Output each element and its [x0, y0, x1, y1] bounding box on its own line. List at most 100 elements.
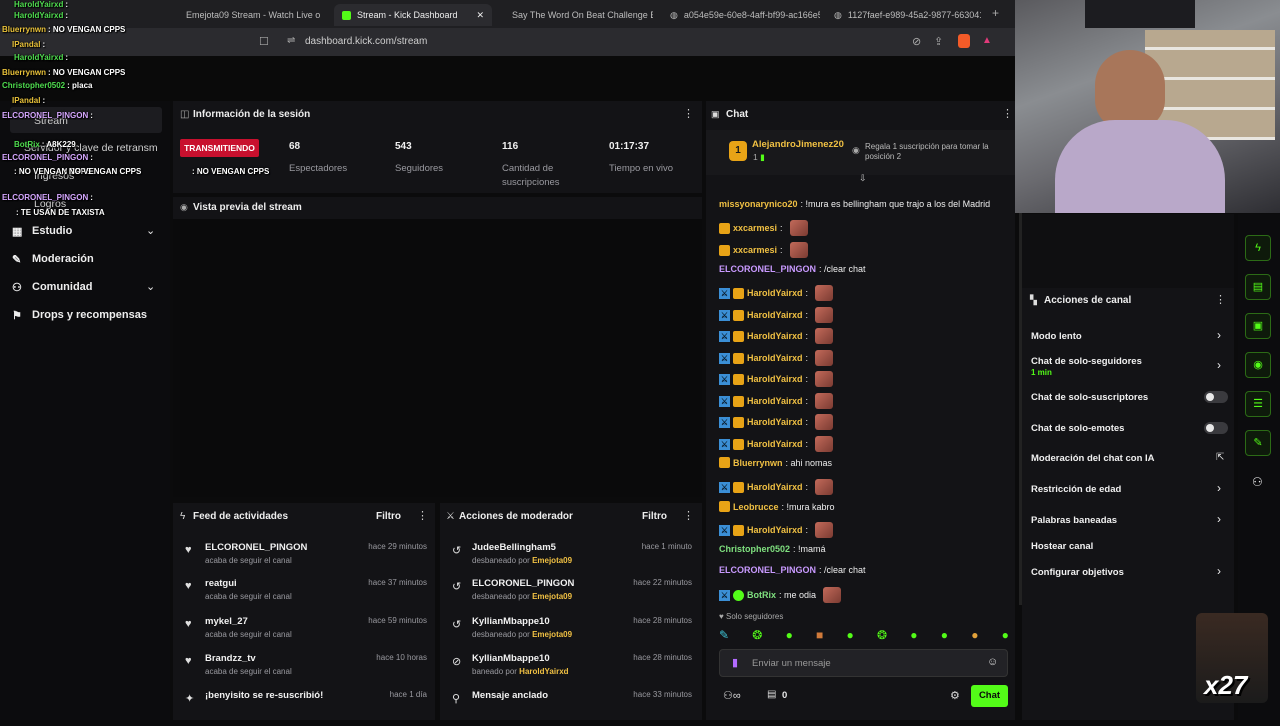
chat-username[interactable]: BotRix [747, 590, 776, 600]
activity-item[interactable]: ♥ Brandzz_tv acaba de seguir el canal ha… [183, 653, 433, 689]
emote-icon[interactable]: ❂ [877, 628, 887, 642]
chat-message[interactable]: ⚔ HaroldYairxd: [719, 328, 834, 344]
chevron-down-icon[interactable]: ⌄ [146, 224, 155, 237]
action-followers-only[interactable]: Chat de solo-seguidores [1031, 356, 1142, 367]
chat-username[interactable]: Bluerrynwn [733, 458, 783, 468]
chat-username[interactable]: xxcarmesi [733, 245, 777, 255]
treasure-icon[interactable]: ▤ [767, 689, 776, 700]
chat-message[interactable]: ⚔ HaroldYairxd: [719, 285, 834, 301]
emote-icon[interactable]: ● [910, 628, 917, 642]
chat-username[interactable]: Christopher0502 [719, 544, 790, 554]
chat-username[interactable]: ELCORONEL_PINGON [719, 264, 816, 274]
chat-username[interactable]: HaroldYairxd [747, 288, 803, 298]
sidebar-item-community[interactable]: ⚇ Comunidad [12, 281, 93, 294]
chat-username[interactable]: HaroldYairxd [747, 310, 803, 320]
chevron-right-icon[interactable]: › [1217, 481, 1221, 495]
chat-message[interactable]: Christopher0502: !mamá [719, 544, 826, 554]
emote-icon[interactable]: ● [941, 628, 948, 642]
action-banned-words[interactable]: Palabras baneadas [1031, 515, 1117, 526]
chat-message[interactable]: ⚔ BotRix: me odia [719, 587, 842, 603]
emote-icon[interactable]: ● [786, 628, 793, 642]
chevron-right-icon[interactable]: › [1217, 358, 1221, 372]
chat-message[interactable]: ⚔ HaroldYairxd: [719, 436, 834, 452]
users-icon[interactable]: ⚇ [1252, 475, 1263, 489]
activity-item[interactable]: ♥ ELCORONEL_PINGON acaba de seguir el ca… [183, 542, 433, 578]
url-text[interactable]: dashboard.kick.com/stream [305, 36, 427, 47]
send-chat-button[interactable]: Chat [971, 685, 1008, 707]
chat-username[interactable]: HaroldYairxd [747, 482, 803, 492]
chat-username[interactable]: missyonarynico20 [719, 199, 798, 209]
emote-icon[interactable]: ● [847, 628, 854, 642]
list-icon[interactable]: ☰ [1245, 391, 1271, 417]
more-icon[interactable]: ⋮ [683, 509, 694, 522]
chat-username[interactable]: HaroldYairxd [747, 331, 803, 341]
broadcast-icon[interactable]: ◉ [1245, 352, 1271, 378]
action-age-restriction[interactable]: Restricción de edad [1031, 484, 1121, 495]
brave-shield-icon[interactable] [958, 34, 970, 48]
action-ai-moderation[interactable]: Moderación del chat con IA [1031, 453, 1155, 464]
emote-icon[interactable]: ● [971, 628, 978, 642]
action-host-channel[interactable]: Hostear canal [1031, 541, 1093, 552]
more-icon[interactable]: ⋮ [1215, 293, 1226, 306]
document-icon[interactable]: ▤ [1245, 274, 1271, 300]
chat-message[interactable]: xxcarmesi: [719, 220, 808, 236]
chat-message[interactable]: ⚔ HaroldYairxd: [719, 307, 834, 323]
action-emotes-only[interactable]: Chat de solo-emotes [1031, 423, 1124, 434]
share-icon[interactable]: ⇪ [934, 35, 943, 48]
mod-action-item[interactable]: ↺ KyllianMbappe10 desbaneado por Emejota… [450, 616, 698, 652]
chat-icon[interactable]: ▣ [1245, 313, 1271, 339]
chat-message[interactable]: ⚔ HaroldYairxd: [719, 350, 834, 366]
action-subscribers-only[interactable]: Chat de solo-suscriptores [1031, 392, 1148, 403]
action-slow-mode[interactable]: Modo lento [1031, 331, 1082, 342]
emotes-only-toggle[interactable] [1204, 422, 1228, 434]
chat-message[interactable]: ELCORONEL_PINGON: /clear chat [719, 264, 866, 274]
close-tab-icon[interactable]: ✕ [476, 10, 484, 21]
top-gifter-name[interactable]: AlejandroJimenez20 [752, 139, 844, 150]
activity-filter-button[interactable]: Filtro [376, 511, 401, 522]
pin-down-icon[interactable]: ⇩ [859, 173, 867, 184]
activity-item[interactable]: ♥ reatgui acaba de seguir el canal hace … [183, 578, 433, 614]
chat-message[interactable]: Leobrucce: !mura kabro [719, 501, 835, 512]
users-icon[interactable]: ⚇∞ [723, 689, 741, 702]
chat-username[interactable]: xxcarmesi [733, 223, 777, 233]
chat-username[interactable]: HaroldYairxd [747, 439, 803, 449]
browser-tab-active[interactable]: Stream - Kick Dashboard ✕ [334, 4, 492, 26]
sidebar-item-drops[interactable]: ⚑ Drops y recompensas [12, 309, 147, 322]
chat-message[interactable]: Bluerrynwn: ahi nomas [719, 457, 832, 468]
chevron-right-icon[interactable]: › [1217, 328, 1221, 342]
chat-message[interactable]: ⚔ HaroldYairxd: [719, 371, 834, 387]
mod-filter-button[interactable]: Filtro [642, 511, 667, 522]
browser-tab[interactable]: Emejota09 Stream - Watch Live o [172, 4, 324, 26]
chat-username[interactable]: ELCORONEL_PINGON [719, 565, 816, 575]
more-icon[interactable]: ⋮ [1002, 107, 1013, 120]
site-info-icon[interactable]: ⇌ [287, 35, 295, 46]
bolt-icon[interactable]: ϟ [1245, 235, 1271, 261]
mod-action-item[interactable]: ↺ JudeeBellingham5 desbaneado por Emejot… [450, 542, 698, 578]
emote-icon[interactable]: ■ [816, 628, 823, 642]
chevron-right-icon[interactable]: › [1217, 512, 1221, 526]
more-icon[interactable]: ⋮ [683, 107, 694, 120]
emote-icon[interactable]: ✎ [719, 628, 729, 642]
emote-icon[interactable]: ❂ [752, 628, 762, 642]
chat-username[interactable]: HaroldYairxd [747, 396, 803, 406]
chat-message[interactable]: ⚔ HaroldYairxd: [719, 522, 834, 538]
chevron-right-icon[interactable]: › [1217, 564, 1221, 578]
action-set-goals[interactable]: Configurar objetivos [1031, 567, 1124, 578]
chat-message[interactable]: ⚔ HaroldYairxd: [719, 479, 834, 495]
chat-username[interactable]: HaroldYairxd [747, 525, 803, 535]
browser-tab[interactable]: ◍ a054e59e-60e8-4aff-bf99-ac166e5 [662, 4, 820, 26]
chat-username[interactable]: Leobrucce [733, 502, 779, 512]
chat-message[interactable]: xxcarmesi: [719, 242, 808, 258]
gear-icon[interactable]: ⚙ [950, 689, 960, 702]
rewards-icon[interactable]: ▲ [982, 35, 992, 46]
mod-action-item[interactable]: ⊘ KyllianMbappe10 baneado por HaroldYair… [450, 653, 698, 689]
chat-message[interactable]: ELCORONEL_PINGON: /clear chat [719, 565, 866, 575]
wrench-icon[interactable]: ✎ [1245, 430, 1271, 456]
mute-icon[interactable]: ⊘ [912, 35, 921, 48]
chat-message[interactable]: ⚔ HaroldYairxd: [719, 393, 834, 409]
subscribers-only-toggle[interactable] [1204, 391, 1228, 403]
mic-icon[interactable]: ▮ [732, 656, 738, 669]
bookmark-icon[interactable]: ☐ [259, 35, 269, 48]
more-icon[interactable]: ⋮ [417, 509, 428, 522]
chevron-down-icon[interactable]: ⌄ [146, 280, 155, 293]
